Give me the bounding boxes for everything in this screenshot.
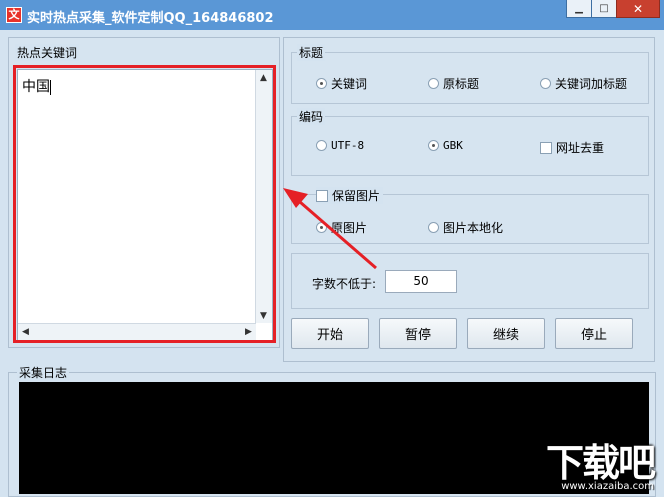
min-chars-input[interactable]: 50 [385, 270, 457, 293]
window-title: 实时热点采集_软件定制QQ_164846802 [27, 11, 274, 26]
radio-gbk-indicator [428, 140, 439, 151]
radio-utf8-label: UTF-8 [331, 139, 365, 152]
min-chars-label: 字数不低于: [312, 277, 377, 291]
start-button[interactable]: 开始 [291, 318, 369, 349]
radio-gbk[interactable]: GBK [428, 139, 463, 152]
radio-original-title-indicator [428, 78, 439, 89]
pause-button[interactable]: 暂停 [379, 318, 457, 349]
radio-keyword-plus-title-label: 关键词加标题 [555, 77, 628, 91]
radio-keyword-plus-title-indicator [540, 78, 551, 89]
encoding-group-label: 编码 [297, 108, 326, 125]
watermark-url: www.xiazaiba.com [561, 481, 654, 492]
keywords-label: 热点关键词 [15, 44, 80, 61]
radio-utf8-indicator [316, 140, 327, 151]
radio-original-image[interactable]: 原图片 [316, 219, 367, 236]
minimize-button[interactable]: ▁ [566, 0, 592, 18]
radio-localize-image-indicator [428, 222, 439, 233]
checkbox-keep-images-box [316, 189, 328, 202]
checkbox-dedupe[interactable]: 网址去重 [540, 139, 604, 156]
radio-original-title[interactable]: 原标题 [428, 75, 479, 92]
maximize-button[interactable]: □ [591, 0, 617, 18]
radio-gbk-label: GBK [443, 139, 463, 152]
radio-utf8[interactable]: UTF-8 [316, 139, 364, 152]
stop-button[interactable]: 停止 [555, 318, 633, 349]
title-group-label: 标题 [297, 44, 326, 61]
checkbox-keep-images[interactable]: 保留图片 [316, 187, 384, 204]
watermark: 下载吧 www.xiazaiba.com [524, 432, 656, 492]
highlight-box [13, 65, 276, 343]
checkbox-dedupe-box [540, 141, 552, 154]
radio-keyword[interactable]: 关键词 [316, 75, 367, 92]
radio-keyword-label: 关键词 [331, 77, 368, 91]
radio-original-image-indicator [316, 222, 327, 233]
log-panel-label: 采集日志 [17, 364, 70, 381]
radio-localize-image-label: 图片本地化 [443, 221, 504, 235]
checkbox-keep-images-label: 保留图片 [332, 189, 381, 203]
radio-localize-image[interactable]: 图片本地化 [428, 219, 503, 236]
window-controls: ▁ □ ✕ [566, 0, 660, 18]
radio-keyword-indicator [316, 78, 327, 89]
radio-original-image-label: 原图片 [331, 221, 368, 235]
close-button[interactable]: ✕ [616, 0, 660, 18]
watermark-logo: 下载吧 [545, 441, 656, 485]
checkbox-dedupe-label: 网址去重 [556, 141, 605, 155]
radio-original-title-label: 原标题 [443, 77, 480, 91]
app-icon: 文 [6, 7, 22, 23]
title-bar[interactable]: 文 实时热点采集_软件定制QQ_164846802 ▁ □ ✕ [0, 0, 664, 30]
resume-button[interactable]: 继续 [467, 318, 545, 349]
radio-keyword-plus-title[interactable]: 关键词加标题 [540, 75, 627, 92]
